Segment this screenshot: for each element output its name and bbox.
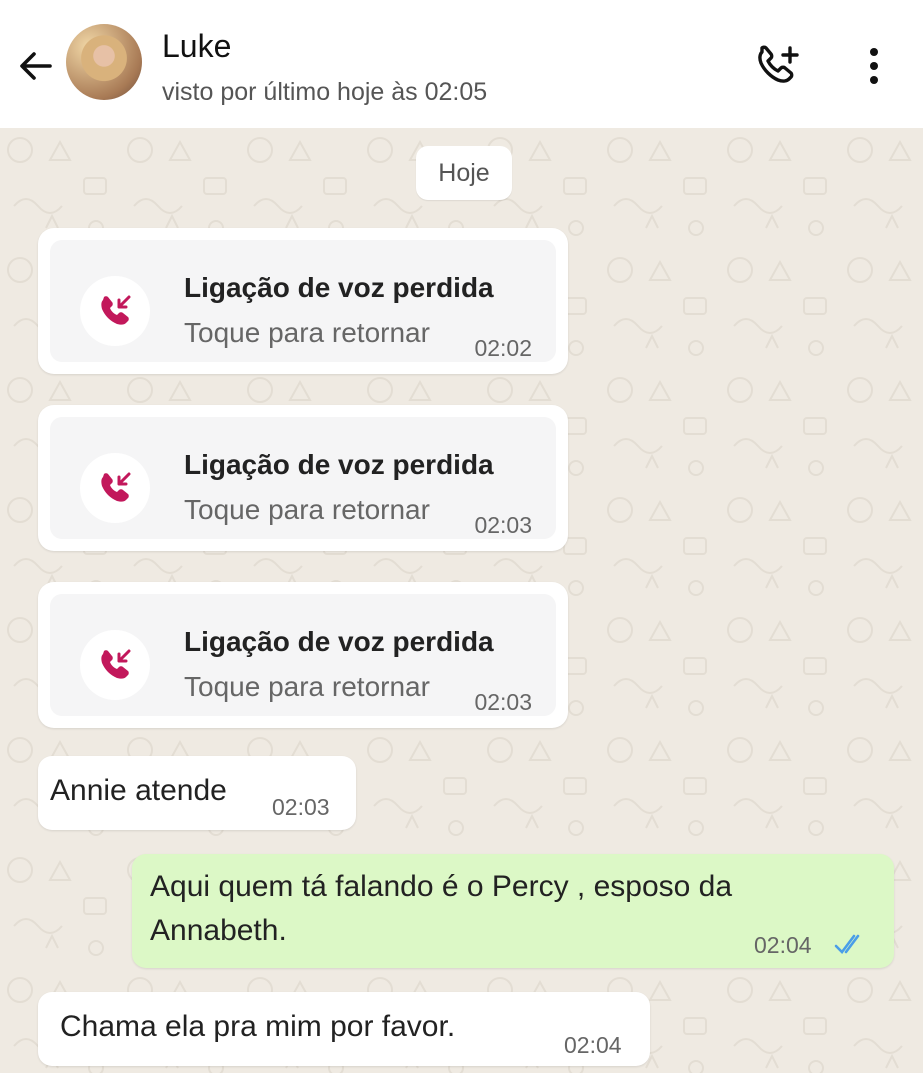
add-call-icon[interactable] [752, 42, 804, 90]
message-time: 02:03 [272, 794, 330, 820]
missed-call-bubble[interactable]: Ligação de voz perdida Toque para retorn… [38, 405, 568, 551]
missed-call-icon [80, 630, 150, 700]
last-seen-status: visto por último hoje às 02:05 [162, 78, 488, 106]
chat-header: Luke visto por último hoje às 02:05 [0, 0, 923, 129]
message-text: Chama ela pra mim por favor. [60, 1010, 456, 1043]
call-time: 02:03 [474, 689, 532, 715]
call-title: Ligação de voz perdida [184, 449, 494, 480]
call-time: 02:03 [474, 512, 532, 538]
message-text-line1: Aqui quem tá falando é o Percy , esposo … [150, 870, 733, 903]
contact-avatar[interactable] [66, 24, 142, 100]
date-separator: Hoje [416, 146, 512, 200]
call-time: 02:02 [474, 335, 532, 361]
contact-name[interactable]: Luke [162, 28, 231, 65]
missed-call-icon [80, 453, 150, 523]
call-subtitle: Toque para retornar [184, 671, 430, 702]
missed-call-icon [80, 276, 150, 346]
message-time: 02:04 [754, 932, 812, 958]
call-subtitle: Toque para retornar [184, 317, 430, 348]
call-title: Ligação de voz perdida [184, 272, 494, 303]
call-title: Ligação de voz perdida [184, 626, 494, 657]
more-options-icon[interactable] [856, 42, 892, 90]
message-time: 02:04 [564, 1032, 622, 1058]
message-text: Annie atende [50, 774, 227, 807]
back-arrow-icon[interactable] [14, 44, 58, 88]
incoming-message[interactable]: Annie atende 02:03 [38, 756, 356, 830]
message-text-line2: Annabeth. [150, 914, 287, 947]
read-ticks-icon [832, 932, 868, 956]
missed-call-bubble[interactable]: Ligação de voz perdida Toque para retorn… [38, 228, 568, 374]
missed-call-bubble[interactable]: Ligação de voz perdida Toque para retorn… [38, 582, 568, 728]
incoming-message[interactable]: Chama ela pra mim por favor. 02:04 [38, 992, 650, 1066]
call-subtitle: Toque para retornar [184, 494, 430, 525]
outgoing-message[interactable]: Aqui quem tá falando é o Percy , esposo … [132, 854, 894, 968]
